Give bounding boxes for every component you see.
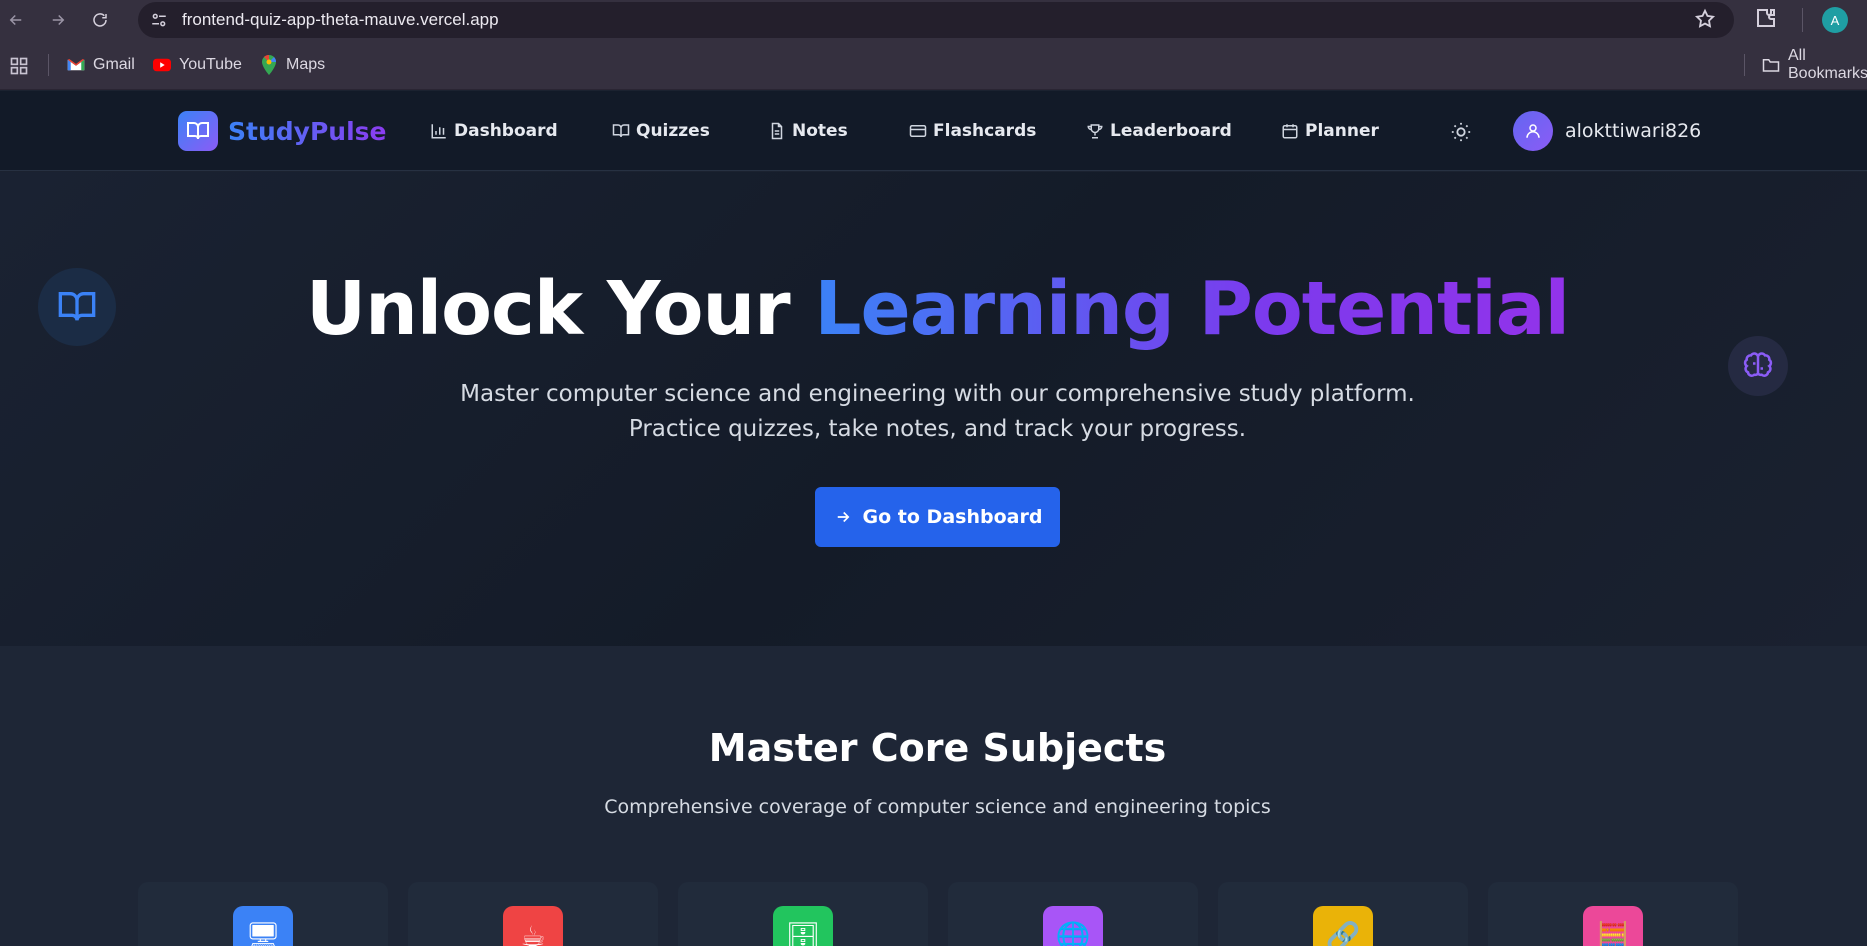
url-text[interactable]: frontend-quiz-app-theta-mauve.vercel.app <box>182 10 499 30</box>
bookmark-label: Gmail <box>93 56 135 73</box>
all-bookmarks-label: All Bookmarks <box>1788 47 1867 82</box>
forward-button[interactable] <box>44 6 72 34</box>
nav-notes[interactable]: Notes <box>768 119 848 143</box>
bookmarks-divider <box>1744 54 1745 76</box>
nav-planner[interactable]: Planner <box>1281 119 1379 143</box>
coffee-icon: ☕ <box>503 906 563 946</box>
extensions-icon[interactable] <box>1754 6 1778 34</box>
bookmark-label: YouTube <box>179 56 242 73</box>
username: alokttiwari826 <box>1565 120 1702 142</box>
bookmark-gmail[interactable]: Gmail <box>67 53 135 77</box>
nav-label: Notes <box>792 121 848 141</box>
subject-card[interactable]: 🧮 <box>1488 882 1738 946</box>
calendar-icon <box>1281 122 1299 140</box>
hero-subtitle-line1: Master computer science and engineering … <box>460 381 1415 407</box>
bookmarks-bar: Gmail YouTube Maps All Bookmarks <box>0 40 1867 90</box>
subject-card[interactable]: 🔗 <box>1218 882 1468 946</box>
youtube-icon <box>153 56 171 74</box>
arrow-left-icon <box>9 14 22 26</box>
cta-label: Go to Dashboard <box>862 506 1043 528</box>
book-open-icon <box>178 111 218 151</box>
subject-card[interactable]: 🖥 <box>138 882 388 946</box>
brand-name: StudyPulse <box>228 116 387 146</box>
nav-dashboard[interactable]: Dashboard <box>430 119 558 143</box>
nav-label: Flashcards <box>933 121 1037 141</box>
nav-label: Quizzes <box>636 121 710 141</box>
computer-icon: 🖥 <box>233 906 293 946</box>
bar-chart-icon <box>430 122 448 140</box>
user-menu[interactable]: alokttiwari826 <box>1513 111 1701 151</box>
subject-card[interactable]: ☕ <box>408 882 658 946</box>
nav-label: Planner <box>1305 121 1379 141</box>
site-settings-icon[interactable] <box>144 5 174 35</box>
globe-icon: 🌐 <box>1043 906 1103 946</box>
hero-subtitle-line2: Practice quizzes, take notes, and track … <box>628 416 1247 442</box>
arrow-right-icon <box>52 14 65 26</box>
maps-icon <box>260 55 278 75</box>
nav-leaderboard[interactable]: Leaderboard <box>1086 119 1232 143</box>
brand-link[interactable]: StudyPulse <box>178 111 386 151</box>
subjects-section: Master Core Subjects Comprehensive cover… <box>0 646 1867 946</box>
bookmarks-divider <box>48 54 49 76</box>
bookmark-label: Maps <box>286 56 326 73</box>
app-navbar: StudyPulse Dashboard Quizzes Notes Flash… <box>0 91 1867 171</box>
all-bookmarks[interactable]: All Bookmarks <box>1762 47 1867 82</box>
database-icon: 🗄 <box>773 906 833 946</box>
book-open-icon <box>612 122 630 140</box>
profile-avatar[interactable]: A <box>1822 7 1848 33</box>
go-to-dashboard-button[interactable]: Go to Dashboard <box>815 487 1060 547</box>
section-subtitle: Comprehensive coverage of computer scien… <box>604 796 1271 818</box>
apps-grid-icon[interactable] <box>9 56 29 80</box>
nav-label: Dashboard <box>454 121 558 141</box>
bookmark-maps[interactable]: Maps <box>260 53 325 77</box>
link-icon: 🔗 <box>1313 906 1373 946</box>
hero-title-highlight: Learning Potential <box>814 266 1570 352</box>
toolbar-divider <box>1802 8 1803 32</box>
nav-label: Leaderboard <box>1110 121 1232 141</box>
gmail-icon <box>67 56 85 74</box>
subject-card[interactable]: 🌐 <box>948 882 1198 946</box>
nav-flashcards[interactable]: Flashcards <box>909 119 1036 143</box>
nav-quizzes[interactable]: Quizzes <box>612 119 710 143</box>
subject-card[interactable]: 🗄 <box>678 882 928 946</box>
arrow-right-icon <box>833 507 853 527</box>
hero-section: Unlock Your Learning Potential Master co… <box>0 172 1867 646</box>
user-icon <box>1513 111 1553 151</box>
reload-icon <box>93 13 107 27</box>
file-text-icon <box>768 122 786 140</box>
bookmark-youtube[interactable]: YouTube <box>153 53 242 77</box>
sun-icon[interactable] <box>1448 119 1474 145</box>
bookmark-star-icon[interactable] <box>1694 8 1716 34</box>
card-icon <box>909 122 927 140</box>
browser-toolbar: frontend-quiz-app-theta-mauve.vercel.app… <box>0 0 1867 40</box>
abacus-icon: 🧮 <box>1583 906 1643 946</box>
hero-title: Unlock Your Learning Potential <box>0 266 1867 352</box>
back-button[interactable] <box>2 6 30 34</box>
reload-button[interactable] <box>86 6 114 34</box>
address-bar[interactable]: frontend-quiz-app-theta-mauve.vercel.app <box>138 2 1734 38</box>
folder-icon <box>1762 56 1780 74</box>
trophy-icon <box>1086 122 1104 140</box>
hero-title-plain: Unlock Your <box>306 266 815 352</box>
section-title: Master Core Subjects <box>708 726 1167 770</box>
